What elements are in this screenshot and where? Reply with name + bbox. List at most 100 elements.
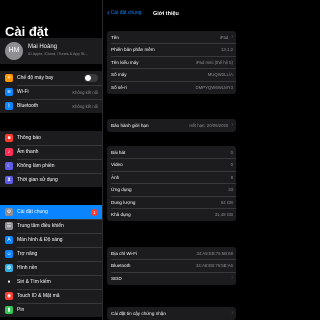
detail-row-value: 13.1.2 (221, 47, 233, 53)
chevron-left-icon: ‹ (107, 8, 110, 17)
sidebar-item-label: Thông báo (17, 135, 41, 141)
sidebar-item-label: Chế độ máy bay (17, 75, 54, 81)
sidebar-item-man-hinh-do-sang[interactable]: A Màn hình & Độ sáng (0, 233, 102, 248)
wifi-icon: ≋ (5, 88, 13, 96)
detail-row-bluetooth: Bluetooth 34:A8:EB:76:5B:A6 (107, 260, 236, 273)
chevron-right-icon: › (231, 275, 233, 282)
sidebar-item-label: Cài đặt chung (17, 209, 48, 215)
sidebar-item-trung-tam-dieu-khien[interactable]: ☰ Trung tâm điều khiển (0, 219, 102, 234)
detail-row-value: 64 GB (220, 199, 233, 205)
detail-row-value: 0 (230, 149, 233, 155)
sidebar-item-hinh-nen[interactable]: ✿ Hình nền (0, 261, 102, 276)
update-badge: 1 (91, 208, 98, 216)
sidebar-group-connectivity: ✈ Chế độ máy bay ≋ Wi-Fi Không kết nối ᛒ Bluet… (0, 71, 102, 113)
sidebar-item-label: Siri & Tìm kiếm (17, 279, 51, 285)
wallpaper-icon: ✿ (5, 264, 13, 272)
detail-row-label: Tên kiểu máy (111, 59, 139, 65)
detail-row-seid[interactable]: SEID › (107, 272, 236, 285)
notifications-icon: ■ (5, 134, 13, 142)
sidebar-item-label: Pin (17, 307, 25, 313)
sidebar-item-wi-fi[interactable]: ≋ Wi-Fi Không kết nối (0, 85, 102, 100)
detail-row-label: Ảnh (111, 174, 120, 180)
detail-row-label: Khả dụng (111, 212, 131, 218)
apple-id-profile-row[interactable]: HM Mai Hoàng ID Apple, iCloud, iTunes & … (0, 38, 102, 64)
detail-row-phien-ban-phan-mem: Phiên bản phần mềm 13.1.2 (107, 44, 236, 57)
airplane-icon: ✈ (5, 74, 13, 82)
sidebar-item-khong-lam-phien[interactable]: ☾ Không làm phiền (0, 159, 102, 174)
detail-row-label: Phiên bản phần mềm (111, 47, 155, 53)
detail-row-value: MUQW2LL/A (207, 72, 233, 78)
avatar: HM (5, 42, 23, 60)
detail-group-warranty: Bảo hành giới hạn Hết hạn: 20/09/2020 › (107, 119, 236, 132)
sidebar-item-label: Màn hình & Độ sáng (17, 237, 63, 243)
detail-row-value: Hết hạn: 20/09/2020 (189, 122, 229, 128)
sidebar-item-cai-dat-chung[interactable]: ⚙ Cài đặt chung 1 (0, 205, 102, 220)
sidebar-item-siri-tim-kiem[interactable]: ● Siri & Tìm kiếm (0, 275, 102, 290)
sidebar-item-am-thanh[interactable]: ♪ Âm thanh (0, 145, 102, 160)
detail-row-dung-luong: Dung lượng 64 GB (107, 196, 236, 209)
detail-row-label: Địa chỉ Wi-Fi (111, 250, 138, 256)
sidebar-item-label: Hình nền (17, 265, 38, 271)
detail-row-label: Tên (111, 34, 119, 40)
sidebar-item-thoi-gian-su-dung[interactable]: ⧗ Thời gian sử dụng (0, 173, 102, 187)
detail-group-storage: Bài hát 0 Video 0 Ảnh 8 Ứng dụng 33 Dung lượng 64… (107, 146, 236, 221)
moon-icon: ☾ (5, 162, 13, 170)
detail-row-so-se-ri: Số sê-ri DMPYQW6WLMY3 (107, 81, 236, 94)
sidebar-group-general: ⚙ Cài đặt chung 1 ☰ Trung tâm điều khiển A Màn… (0, 205, 102, 317)
detail-row-label: Bluetooth (111, 263, 131, 269)
sidebar-item-pin[interactable]: ▮ Pin (0, 303, 102, 317)
back-button[interactable]: ‹ Cài đặt chung (107, 8, 142, 17)
sounds-icon: ♪ (5, 148, 13, 156)
profile-subtitle: ID Apple, iCloud, iTunes & App St... (28, 52, 88, 56)
detail-group-device: Tên iPad › Phiên bản phần mềm 13.1.2 Tên kiểu… (107, 31, 236, 94)
detail-row-label: Cài đặt tin cậy chứng nhận (111, 310, 166, 316)
detail-row-value: DMPYQW6WLMY3 (195, 84, 233, 90)
detail-row-label: SEID (111, 275, 122, 281)
chevron-right-icon: › (231, 122, 233, 129)
detail-row-label: Số máy (111, 72, 127, 78)
sidebar-item-tro-nang[interactable]: ☺ Trợ năng (0, 247, 102, 262)
siri-icon: ● (5, 278, 13, 286)
sidebar-item-label: Wi-Fi (17, 89, 29, 95)
sidebar-title: Cài đặt (5, 24, 49, 39)
back-button-label: Cài đặt chung (110, 10, 142, 16)
sidebar-item-label: Không làm phiền (17, 163, 55, 169)
detail-row-value: 33 (228, 187, 233, 193)
detail-row-anh: Ảnh 8 (107, 171, 236, 184)
detail-row-label: Ứng dụng (111, 187, 132, 193)
sidebar-group-notifications: ■ Thông báo ♪ Âm thanh ☾ Không làm phiền ⧗ Thời… (0, 131, 102, 187)
detail-row-bai-hat: Bài hát 0 (107, 146, 236, 159)
sidebar-item-bluetooth[interactable]: ᛒ Bluetooth Không kết nối (0, 99, 102, 113)
detail-row-value: 0 (230, 162, 233, 168)
detail-row-value: 34:A8:EB:76:5B:69 (196, 250, 233, 256)
detail-row-bao-hanh-gioi-han[interactable]: Bảo hành giới hạn Hết hạn: 20/09/2020 › (107, 119, 236, 132)
detail-row-value: iPad (219, 34, 229, 40)
detail-group-certificates: Cài đặt tin cậy chứng nhận › (107, 307, 236, 320)
detail-pane: ‹ Cài đặt chung Giới thiệu Tên iPad › Phiên… (103, 0, 240, 320)
detail-row-ten[interactable]: Tên iPad › (107, 31, 236, 44)
detail-row-dia-chi-wi-fi: Địa chỉ Wi-Fi 34:A8:EB:76:5B:69 (107, 247, 236, 260)
detail-row-ten-kieu-may: Tên kiểu máy iPad mini (thế hệ 5) (107, 56, 236, 69)
detail-row-label: Số sê-ri (111, 84, 127, 90)
detail-row-label: Bảo hành giới hạn (111, 122, 149, 128)
detail-row-label: Dung lượng (111, 199, 136, 205)
detail-row-value: 8 (230, 174, 233, 180)
sidebar-item-che-do-may-bay[interactable]: ✈ Chế độ máy bay (0, 71, 102, 86)
sidebar-item-touch-id-mat-ma[interactable]: ◉ Touch ID & Mật mã (0, 289, 102, 304)
chevron-right-icon: › (231, 310, 233, 317)
settings-sidebar: Cài đặt HM Mai Hoàng ID Apple, iCloud, i… (0, 0, 103, 320)
airplane-mode-toggle[interactable] (84, 74, 98, 82)
detail-row-ung-dung: Ứng dụng 33 (107, 184, 236, 197)
sidebar-item-thong-bao[interactable]: ■ Thông báo (0, 131, 102, 146)
detail-row-value: 34:A8:EB:76:5B:A6 (195, 263, 233, 269)
page-title: Giới thiệu (153, 11, 179, 17)
detail-row-cai-dat-tin-cay-chung-nhan[interactable]: Cài đặt tin cậy chứng nhận › (107, 307, 236, 320)
detail-row-video: Video 0 (107, 159, 236, 172)
detail-row-label: Video (111, 162, 123, 168)
sidebar-item-value: Không kết nối (72, 103, 98, 109)
sidebar-item-label: Touch ID & Mật mã (17, 293, 60, 299)
detail-row-label: Bài hát (111, 149, 126, 155)
gear-icon: ⚙ (5, 208, 13, 216)
detail-row-value: 31,48 GB (214, 212, 233, 218)
sidebar-item-value: Không kết nối (72, 89, 98, 95)
